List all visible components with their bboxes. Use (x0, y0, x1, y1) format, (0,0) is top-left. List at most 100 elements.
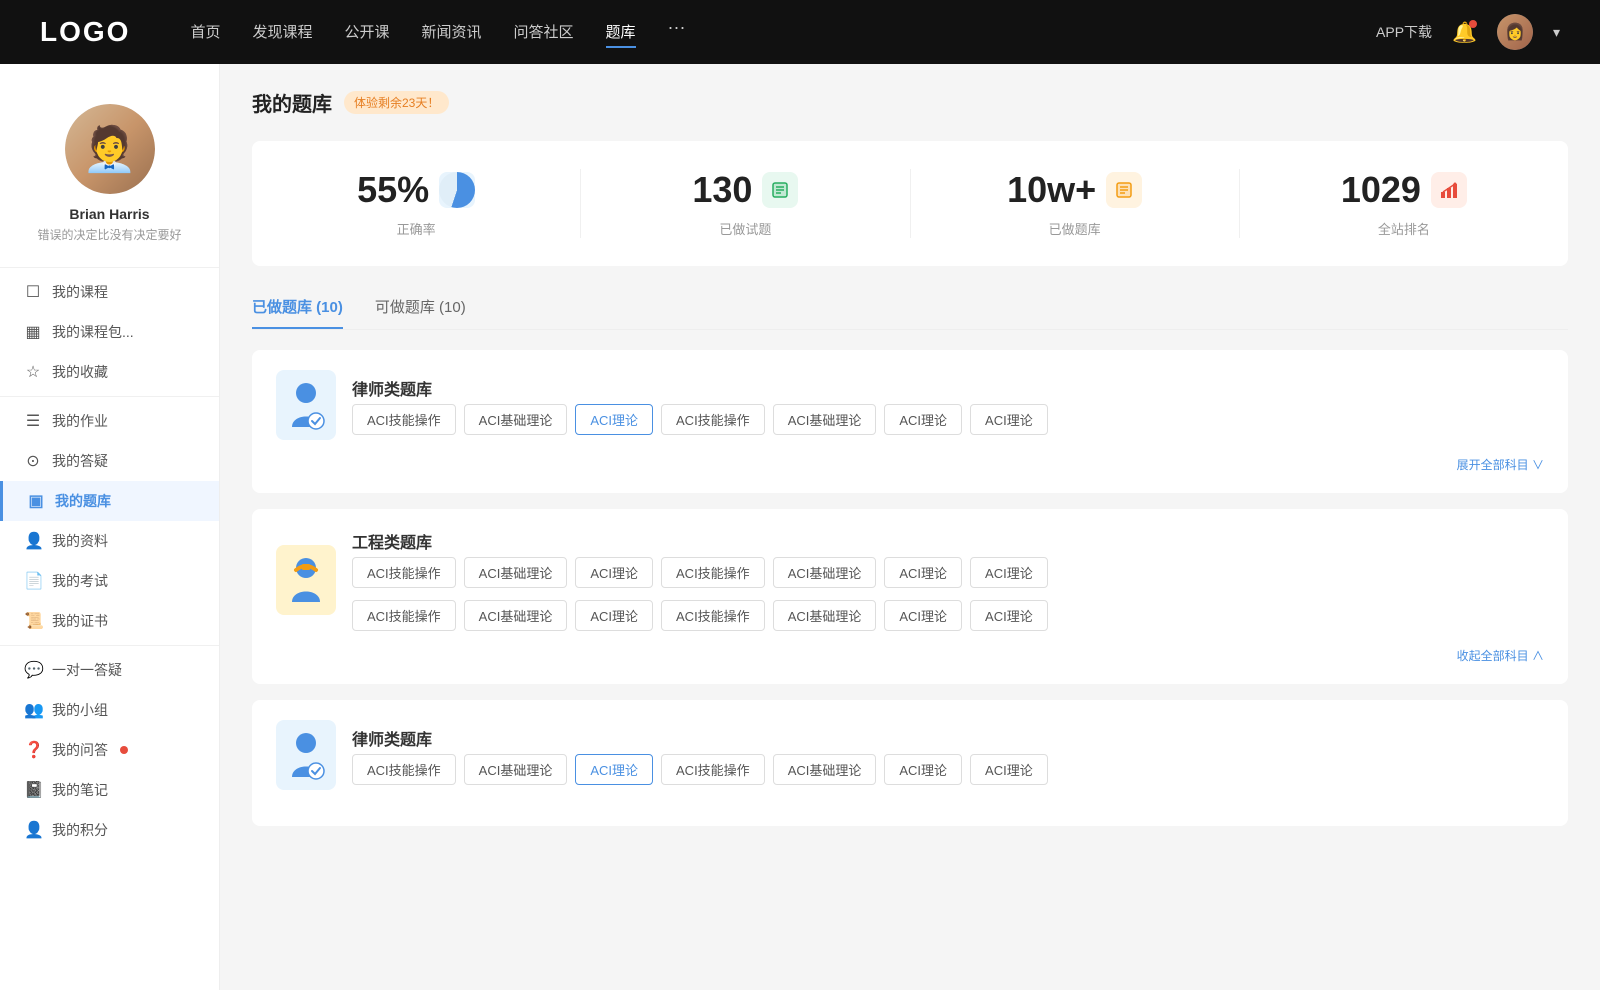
bank-tag[interactable]: ACI理论 (884, 557, 962, 588)
bank-tag[interactable]: ACI基础理论 (464, 557, 568, 588)
bank-tag[interactable]: ACI理论 (884, 754, 962, 785)
bank-tag-active[interactable]: ACI理论 (575, 404, 653, 435)
bank-tag-active[interactable]: ACI理论 (575, 754, 653, 785)
bank-section-lawyer-1: 律师类题库 ACI技能操作 ACI基础理论 ACI理论 ACI技能操作 ACI基… (252, 350, 1568, 493)
bank-tag[interactable]: ACI技能操作 (661, 600, 765, 631)
bank-tag[interactable]: ACI理论 (884, 600, 962, 631)
nav-opencourse[interactable]: 公开课 (344, 17, 389, 48)
sidebar-item-certificate[interactable]: 📜 我的证书 (0, 601, 219, 641)
stat-done-banks: 10w+ 已做题库 (911, 169, 1240, 238)
nav-qa[interactable]: 问答社区 (514, 17, 574, 48)
sidebar-item-question-bank[interactable]: ▣ 我的题库 (0, 481, 219, 521)
sidebar-divider-1 (0, 267, 219, 268)
sidebar-label-course-pack: 我的课程包... (52, 322, 134, 342)
bank-title-lawyer-2: 律师类题库 (352, 726, 1048, 750)
sidebar-label-course: 我的课程 (52, 282, 108, 302)
qa-icon: ⊙ (24, 451, 42, 471)
bank-section-lawyer-2-header: 律师类题库 ACI技能操作 ACI基础理论 ACI理论 ACI技能操作 ACI基… (276, 720, 1544, 790)
app-download[interactable]: APP下载 (1376, 22, 1432, 42)
sidebar-label-notes: 我的笔记 (52, 780, 108, 800)
ranking-chart-icon (1431, 172, 1467, 208)
bank-tags-engineer-row1: ACI技能操作 ACI基础理论 ACI理论 ACI技能操作 ACI基础理论 AC… (352, 553, 1544, 588)
navbar: LOGO 首页 发现课程 公开课 新闻资讯 问答社区 题库 ··· APP下载 … (0, 0, 1600, 64)
tab-done[interactable]: 已做题库 (10) (252, 286, 343, 329)
stat-accuracy-top: 55% (272, 169, 560, 211)
bank-tag[interactable]: ACI基础理论 (773, 404, 877, 435)
my-qa-dot (120, 746, 128, 754)
bank-tag[interactable]: ACI基础理论 (464, 404, 568, 435)
sidebar-item-favorites[interactable]: ☆ 我的收藏 (0, 352, 219, 392)
sidebar-label-one-on-one: 一对一答疑 (52, 660, 122, 680)
stats-card: 55% 正确率 130 (252, 141, 1568, 266)
bank-tag[interactable]: ACI技能操作 (661, 754, 765, 785)
sidebar-label-qa-mine: 我的答疑 (52, 451, 108, 471)
bank-title-lawyer-1: 律师类题库 (352, 376, 1048, 400)
notification-bell[interactable]: 🔔 (1452, 20, 1477, 45)
lawyer-icon-1 (276, 370, 336, 440)
homework-icon: ☰ (24, 411, 42, 431)
course-icon: ☐ (24, 282, 42, 302)
nav-more[interactable]: ··· (668, 17, 686, 48)
stat-done-questions: 130 已做试题 (581, 169, 910, 238)
tab-available[interactable]: 可做题库 (10) (375, 286, 466, 329)
sidebar-motto: 错误的决定比没有决定要好 (16, 226, 203, 243)
sidebar-item-points[interactable]: 👤 我的积分 (0, 810, 219, 850)
bank-tag[interactable]: ACI技能操作 (352, 557, 456, 588)
nav-discover[interactable]: 发现课程 (252, 17, 312, 48)
bank-tag[interactable]: ACI技能操作 (352, 404, 456, 435)
stat-done-questions-top: 130 (601, 169, 889, 211)
stat-done-banks-value: 10w+ (1007, 169, 1096, 211)
bank-section-engineer-header: 工程类题库 ACI技能操作 ACI基础理论 ACI理论 ACI技能操作 ACI基… (276, 529, 1544, 631)
bank-tag[interactable]: ACI技能操作 (352, 600, 456, 631)
nav-news[interactable]: 新闻资讯 (422, 17, 482, 48)
sidebar-label-certificate: 我的证书 (52, 611, 108, 631)
bank-tag[interactable]: ACI基础理论 (773, 754, 877, 785)
bank-tag[interactable]: ACI技能操作 (661, 404, 765, 435)
bank-tag[interactable]: ACI理论 (970, 557, 1048, 588)
nav-home[interactable]: 首页 (190, 17, 220, 48)
bank-tags-lawyer-1: ACI技能操作 ACI基础理论 ACI理论 ACI技能操作 ACI基础理论 AC… (352, 400, 1048, 435)
sidebar-item-exam[interactable]: 📄 我的考试 (0, 561, 219, 601)
sidebar-item-profile[interactable]: 👤 我的资料 (0, 521, 219, 561)
sidebar-item-group[interactable]: 👥 我的小组 (0, 690, 219, 730)
sidebar-item-homework[interactable]: ☰ 我的作业 (0, 401, 219, 441)
sidebar-item-my-qa[interactable]: ❓ 我的问答 (0, 730, 219, 770)
profile-icon: 👤 (24, 531, 42, 551)
bank-tags-lawyer-2: ACI技能操作 ACI基础理论 ACI理论 ACI技能操作 ACI基础理论 AC… (352, 750, 1048, 785)
stat-accuracy-value: 55% (357, 169, 429, 211)
sidebar-item-qa-mine[interactable]: ⊙ 我的答疑 (0, 441, 219, 481)
sidebar-label-favorites: 我的收藏 (52, 362, 108, 382)
chevron-down-icon[interactable]: ▾ (1553, 24, 1560, 41)
bank-tag[interactable]: ACI理论 (884, 404, 962, 435)
nav-questionbank[interactable]: 题库 (606, 17, 636, 48)
bank-tag[interactable]: ACI理论 (970, 754, 1048, 785)
points-icon: 👤 (24, 820, 42, 840)
bank-tag[interactable]: ACI理论 (575, 557, 653, 588)
bank-tag[interactable]: ACI技能操作 (661, 557, 765, 588)
stat-done-questions-value: 130 (692, 169, 752, 211)
bank-collapse-engineer[interactable]: 收起全部科目 ∧ (276, 647, 1544, 664)
sidebar-item-one-on-one[interactable]: 💬 一对一答疑 (0, 650, 219, 690)
sidebar-label-homework: 我的作业 (52, 411, 108, 431)
bank-tag[interactable]: ACI基础理论 (773, 600, 877, 631)
bank-tag[interactable]: ACI技能操作 (352, 754, 456, 785)
bank-tag[interactable]: ACI理论 (575, 600, 653, 631)
sidebar-item-notes[interactable]: 📓 我的笔记 (0, 770, 219, 810)
bank-tag[interactable]: ACI理论 (970, 600, 1048, 631)
bank-title-engineer: 工程类题库 (352, 529, 1544, 553)
bank-tag[interactable]: ACI基础理论 (773, 557, 877, 588)
bank-expand-lawyer-1[interactable]: 展开全部科目 ∨ (276, 456, 1544, 473)
page-wrapper: 🧑‍💼 Brian Harris 错误的决定比没有决定要好 ☐ 我的课程 ▦ 我… (0, 64, 1600, 990)
bank-tag[interactable]: ACI理论 (970, 404, 1048, 435)
accuracy-pie-icon (439, 172, 475, 208)
chat-icon: 💬 (24, 660, 42, 680)
bank-tag[interactable]: ACI基础理论 (464, 754, 568, 785)
lawyer-icon-2 (276, 720, 336, 790)
page-header: 我的题库 体验剩余23天！ (252, 88, 1568, 117)
bank-tag[interactable]: ACI基础理论 (464, 600, 568, 631)
sidebar-item-course-pack[interactable]: ▦ 我的课程包... (0, 312, 219, 352)
sidebar-item-course[interactable]: ☐ 我的课程 (0, 272, 219, 312)
my-qa-icon: ❓ (24, 740, 42, 760)
avatar[interactable]: 👩 (1497, 14, 1533, 50)
sidebar-label-question-bank: 我的题库 (55, 491, 111, 511)
